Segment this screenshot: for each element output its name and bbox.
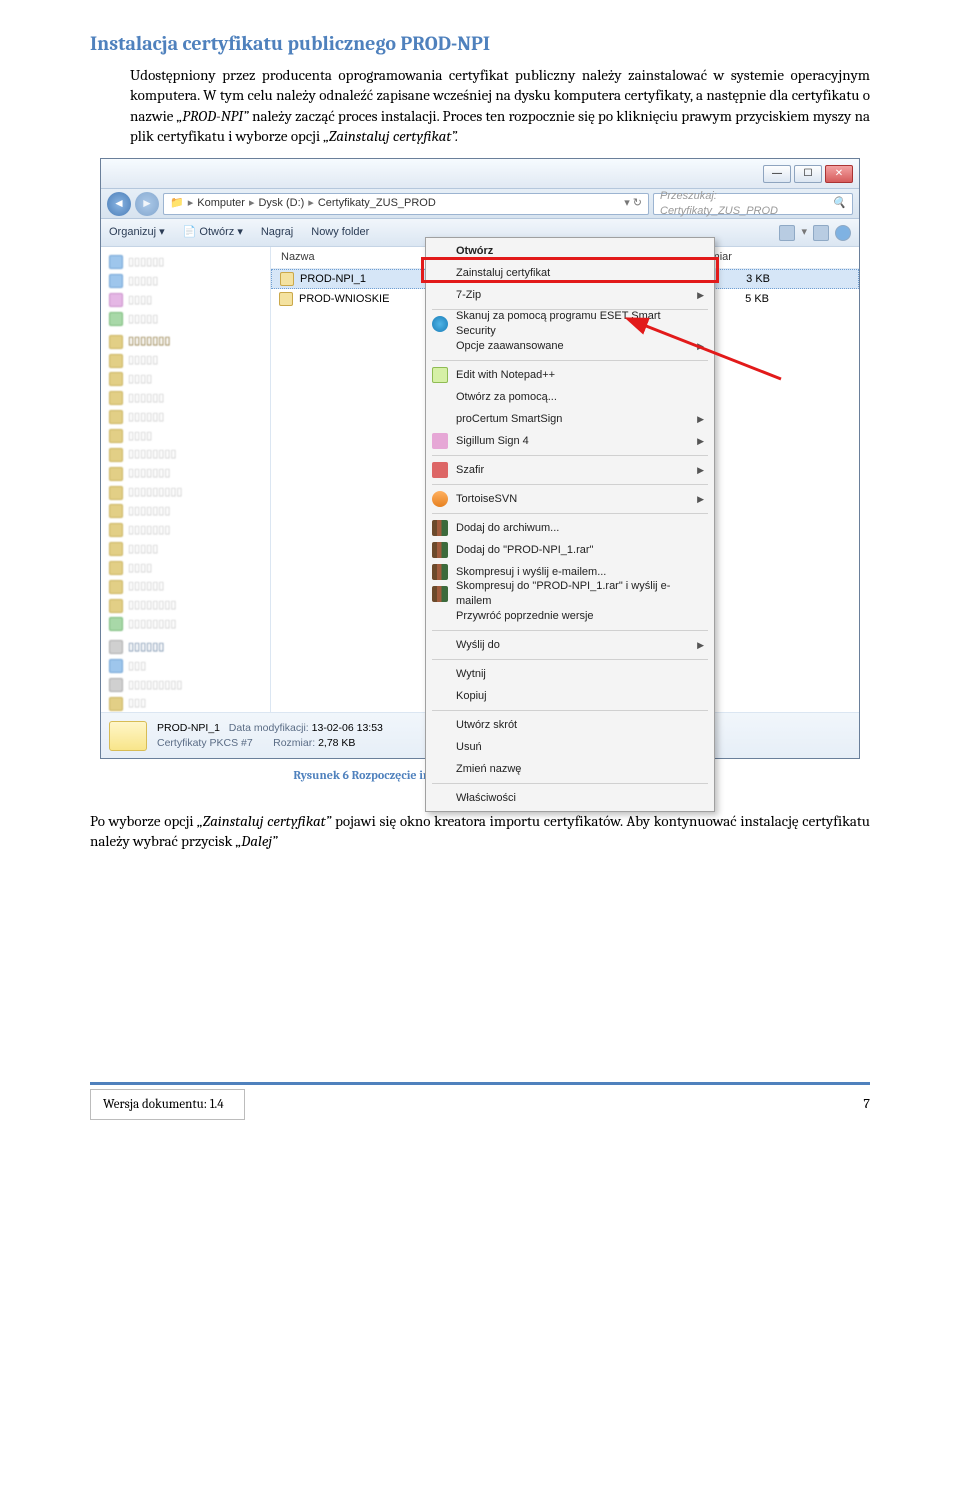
ctx-add-archive[interactable]: Dodaj do archiwum... bbox=[426, 517, 714, 539]
sidebar-item[interactable]: ▯▯▯▯ bbox=[105, 559, 266, 578]
doc-version-box: Wersja dokumentu: 1.4 bbox=[90, 1089, 245, 1121]
cert-preview-icon bbox=[109, 721, 147, 751]
notepadpp-icon bbox=[432, 367, 448, 383]
winrar-icon bbox=[432, 586, 448, 602]
nav-back-button[interactable]: ◄ bbox=[107, 192, 131, 216]
sidebar-item[interactable]: ▯▯▯▯▯▯▯▯ bbox=[105, 445, 266, 464]
status-mod-label: Data modyfikacji: bbox=[229, 722, 309, 734]
sidebar-item[interactable]: ▯▯▯▯▯ bbox=[105, 272, 266, 291]
p1-italic-2: „Zainstaluj certyfikat”. bbox=[323, 127, 458, 145]
sidebar-item[interactable]: ▯▯▯▯▯▯ bbox=[105, 389, 266, 408]
paragraph-1: Udostępniony przez producenta oprogramow… bbox=[90, 65, 870, 146]
ctx-procertum[interactable]: proCertum SmartSign▶ bbox=[426, 408, 714, 430]
ctx-prev-versions[interactable]: Przywróć poprzednie wersje bbox=[426, 605, 714, 627]
search-input[interactable]: Przeszukaj: Certyfikaty_ZUS_PROD 🔍 bbox=[653, 193, 853, 215]
sigillum-icon bbox=[432, 433, 448, 449]
sidebar-item[interactable]: ▯▯▯ bbox=[105, 657, 266, 676]
sidebar-item[interactable]: ▯▯▯▯▯▯▯ bbox=[105, 502, 266, 521]
address-bar: ◄ ► 📁 ▸ Komputer ▸ Dysk (D:) ▸ Certyfika… bbox=[101, 189, 859, 219]
crumb-disk[interactable]: Dysk (D:) bbox=[258, 196, 304, 211]
sidebar-item[interactable]: ▯▯▯▯▯ bbox=[105, 540, 266, 559]
sidebar-item[interactable]: ▯▯▯▯▯▯▯ bbox=[105, 332, 266, 351]
page-footer: Wersja dokumentu: 1.4 7 bbox=[90, 1082, 870, 1121]
status-type: Certyfikaty PKCS #7 bbox=[157, 737, 253, 749]
sidebar-item[interactable]: ▯▯▯▯▯▯ bbox=[105, 253, 266, 272]
sidebar-item[interactable]: ▯▯▯▯▯▯▯▯▯ bbox=[105, 676, 266, 695]
ctx-tortoise[interactable]: TortoiseSVN▶ bbox=[426, 488, 714, 510]
search-placeholder: Przeszukaj: Certyfikaty_ZUS_PROD bbox=[660, 189, 832, 219]
sidebar-item[interactable]: ▯▯▯▯▯▯▯▯▯ bbox=[105, 483, 266, 502]
winrar-icon bbox=[432, 520, 448, 536]
cert-file-icon bbox=[280, 272, 294, 286]
sidebar-item[interactable]: ▯▯▯▯▯▯ bbox=[105, 638, 266, 657]
status-size: 2,78 KB bbox=[318, 737, 355, 749]
close-button[interactable]: ✕ bbox=[825, 165, 853, 183]
nav-sidebar: ▯▯▯▯▯▯ ▯▯▯▯▯ ▯▯▯▯ ▯▯▯▯▯ ▯▯▯▯▯▯▯ ▯▯▯▯▯ ▯▯… bbox=[101, 247, 271, 712]
sidebar-item[interactable]: ▯▯▯▯▯▯▯ bbox=[105, 464, 266, 483]
cert-file-icon bbox=[279, 292, 293, 306]
toolbar-organize[interactable]: Organizuj ▾ bbox=[109, 225, 165, 240]
ctx-sigillum[interactable]: Sigillum Sign 4▶ bbox=[426, 430, 714, 452]
ctx-cut[interactable]: Wytnij bbox=[426, 663, 714, 685]
sidebar-item[interactable]: ▯▯▯▯▯ bbox=[105, 351, 266, 370]
sidebar-item[interactable]: ▯▯▯▯▯▯▯ bbox=[105, 521, 266, 540]
sidebar-item[interactable]: ▯▯▯ bbox=[105, 694, 266, 712]
ctx-compress-rar-email[interactable]: Skompresuj do "PROD-NPI_1.rar" i wyślij … bbox=[426, 583, 714, 605]
search-icon: 🔍 bbox=[832, 196, 846, 211]
sidebar-item[interactable]: ▯▯▯▯ bbox=[105, 291, 266, 310]
crumb-computer[interactable]: Komputer bbox=[197, 196, 245, 211]
col-name[interactable]: Nazwa bbox=[271, 250, 441, 265]
p1-italic-1: „PROD-NPI” bbox=[177, 107, 249, 125]
p2-italic-2: „Dalej” bbox=[236, 832, 278, 850]
sidebar-item[interactable]: ▯▯▯▯▯▯▯▯ bbox=[105, 596, 266, 615]
page-number: 7 bbox=[863, 1089, 870, 1114]
ctx-copy[interactable]: Kopiuj bbox=[426, 685, 714, 707]
sidebar-item[interactable]: ▯▯▯▯ bbox=[105, 427, 266, 446]
ctx-delete[interactable]: Usuń bbox=[426, 736, 714, 758]
toolbar-open[interactable]: 📄 Otwórz ▾ bbox=[183, 225, 243, 240]
view-icon[interactable] bbox=[779, 225, 795, 241]
maximize-button[interactable]: ☐ bbox=[794, 165, 822, 183]
ctx-szafir[interactable]: Szafir▶ bbox=[426, 459, 714, 481]
minimize-button[interactable]: — bbox=[763, 165, 791, 183]
ctx-7zip[interactable]: 7-Zip▶ bbox=[426, 284, 714, 306]
explorer-window: — ☐ ✕ ◄ ► 📁 ▸ Komputer ▸ Dysk (D:) ▸ Cer… bbox=[100, 158, 860, 759]
ctx-add-rar[interactable]: Dodaj do "PROD-NPI_1.rar" bbox=[426, 539, 714, 561]
paragraph-2: Po wyborze opcji „Zainstaluj certyfikat”… bbox=[90, 811, 870, 852]
breadcrumb[interactable]: 📁 ▸ Komputer ▸ Dysk (D:) ▸ Certyfikaty_Z… bbox=[163, 193, 649, 215]
tortoise-icon bbox=[432, 491, 448, 507]
status-mod: 13-02-06 13:53 bbox=[312, 722, 383, 734]
sidebar-item[interactable]: ▯▯▯▯▯▯ bbox=[105, 577, 266, 596]
winrar-icon bbox=[432, 564, 448, 580]
szafir-icon bbox=[432, 462, 448, 478]
sidebar-item[interactable]: ▯▯▯▯ bbox=[105, 370, 266, 389]
ctx-properties[interactable]: Właściwości bbox=[426, 787, 714, 809]
folder-icon: 📁 bbox=[170, 196, 184, 211]
help-icon[interactable] bbox=[835, 225, 851, 241]
sidebar-item[interactable]: ▯▯▯▯▯▯ bbox=[105, 408, 266, 427]
preview-pane-icon[interactable] bbox=[813, 225, 829, 241]
annotation-arrow bbox=[631, 319, 791, 404]
p2-text-a: Po wyborze opcji bbox=[90, 812, 197, 830]
ctx-send-to[interactable]: Wyślij do▶ bbox=[426, 634, 714, 656]
sidebar-item[interactable]: ▯▯▯▯▯▯▯▯ bbox=[105, 615, 266, 634]
toolbar-burn[interactable]: Nagraj bbox=[261, 225, 293, 240]
window-titlebar: — ☐ ✕ bbox=[101, 159, 859, 189]
ctx-shortcut[interactable]: Utwórz skrót bbox=[426, 714, 714, 736]
winrar-icon bbox=[432, 542, 448, 558]
nav-forward-button[interactable]: ► bbox=[135, 192, 159, 216]
p2-italic-1: „Zainstaluj certyfikat” bbox=[197, 812, 331, 830]
sidebar-item[interactable]: ▯▯▯▯▯ bbox=[105, 310, 266, 329]
eset-icon bbox=[432, 316, 448, 332]
ctx-rename[interactable]: Zmień nazwę bbox=[426, 758, 714, 780]
status-filename: PROD-NPI_1 bbox=[157, 722, 220, 734]
crumb-folder[interactable]: Certyfikaty_ZUS_PROD bbox=[318, 196, 436, 211]
section-heading: Instalacja certyfikatu publicznego PROD-… bbox=[90, 30, 870, 57]
annotation-highlight-box bbox=[421, 257, 719, 283]
status-size-label: Rozmiar: bbox=[273, 737, 315, 749]
toolbar-newfolder[interactable]: Nowy folder bbox=[311, 225, 369, 240]
